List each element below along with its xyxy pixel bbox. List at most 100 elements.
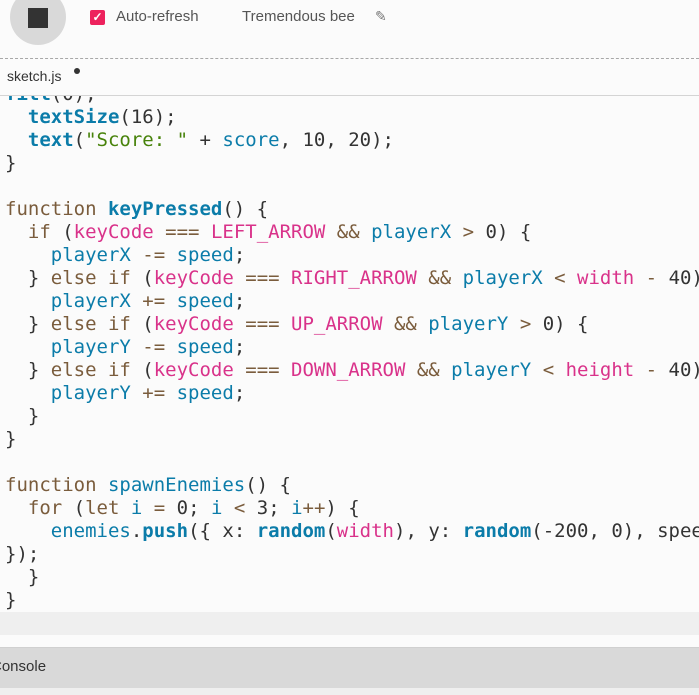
code-token: . (130, 520, 143, 542)
code-token: else if (50, 313, 143, 335)
stop-icon (28, 8, 48, 28)
stop-button[interactable] (10, 0, 66, 45)
code-token: && (416, 267, 463, 289)
code-token: } (5, 566, 40, 588)
code-token: (16); (119, 106, 177, 128)
code-line[interactable]: text("Score: " + score, 10, 20); (5, 129, 699, 152)
code-token: playerY (428, 313, 509, 335)
code-token: keyCode (153, 313, 234, 335)
code-token: playerX (462, 267, 543, 289)
code-token: , 10, 20); (279, 129, 394, 151)
code-line[interactable]: textSize(16); (5, 106, 699, 129)
code-line[interactable]: } else if (keyCode === UP_ARROW && playe… (5, 313, 699, 336)
code-token: 40) { (668, 359, 699, 381)
code-token: } (5, 428, 17, 450)
code-token: < (542, 267, 578, 289)
code-line[interactable]: } (5, 405, 699, 428)
code-token: ({ x: (188, 520, 257, 542)
code-token: speed (176, 244, 234, 266)
code-token: 3; (256, 497, 292, 519)
code-token: keyCode (73, 221, 154, 243)
code-token: width (336, 520, 394, 542)
code-token: () { (245, 474, 291, 496)
code-token: speed (176, 336, 234, 358)
code-content[interactable]: fill(0); textSize(16); text("Score: " + … (5, 96, 699, 612)
code-token: width (577, 267, 635, 289)
code-token: > (508, 313, 543, 335)
code-line[interactable]: }); (5, 543, 699, 566)
code-token: ; (233, 244, 246, 266)
code-token: } (5, 267, 51, 289)
code-token: > (451, 221, 486, 243)
code-token: else if (50, 359, 143, 381)
code-line[interactable] (5, 451, 699, 474)
code-token: (-200, 0), speed: (531, 520, 699, 542)
code-editor[interactable]: fill(0); textSize(16); text("Score: " + … (0, 96, 699, 612)
pencil-icon[interactable]: ✎ (375, 8, 387, 25)
code-line[interactable]: if (keyCode === LEFT_ARROW && playerX > … (5, 221, 699, 244)
code-token: } (5, 313, 51, 335)
code-token: ( (62, 221, 74, 243)
code-token: for (5, 497, 74, 519)
code-line[interactable]: } (5, 589, 699, 612)
code-token: ( (142, 359, 154, 381)
code-line[interactable]: function spawnEnemies() { (5, 474, 699, 497)
tab-sketch-js[interactable]: sketch.js (7, 68, 61, 84)
code-token: ), y: (394, 520, 463, 542)
code-token: < (222, 497, 257, 519)
code-line[interactable]: } (5, 428, 699, 451)
code-token: UP_ARROW (291, 313, 383, 335)
code-line[interactable]: } (5, 152, 699, 175)
divider[interactable] (0, 635, 699, 648)
code-token: playerX (50, 290, 131, 312)
code-token: textSize (27, 106, 120, 128)
unsaved-dot-icon (74, 68, 80, 74)
code-token: fill (5, 96, 51, 105)
code-token: keyCode (153, 267, 234, 289)
code-token: 0) { (485, 221, 532, 243)
code-token: -= (130, 336, 177, 358)
code-token: } (5, 589, 17, 611)
code-token: text (27, 129, 74, 151)
code-token: ++ (302, 497, 326, 519)
code-token: LEFT_ARROW (210, 221, 326, 243)
code-token: === (153, 221, 211, 243)
code-line[interactable]: playerY += speed; (5, 382, 699, 405)
code-token: === (233, 267, 292, 289)
auto-refresh-label: Auto-refresh (116, 8, 199, 25)
code-line[interactable] (5, 175, 699, 198)
code-line[interactable]: playerY -= speed; (5, 336, 699, 359)
console-label: Console (0, 658, 47, 675)
sketch-name[interactable]: Tremendous bee (242, 8, 355, 25)
code-token: && (405, 359, 452, 381)
code-line[interactable]: fill(0); (5, 96, 699, 106)
code-line[interactable]: playerX -= speed; (5, 244, 699, 267)
code-token: 0) { (542, 313, 589, 335)
editor-footer (0, 612, 699, 635)
code-token: && (325, 221, 372, 243)
code-line[interactable]: } else if (keyCode === DOWN_ARROW && pla… (5, 359, 699, 382)
code-token: DOWN_ARROW (291, 359, 406, 381)
code-line[interactable]: enemies.push({ x: random(width), y: rand… (5, 520, 699, 543)
code-line[interactable]: playerX += speed; (5, 290, 699, 313)
code-token: 0; (176, 497, 211, 519)
code-line[interactable]: for (let i = 0; i < 3; i++) { (5, 497, 699, 520)
code-token: speed (176, 290, 234, 312)
code-token: ; (233, 336, 246, 358)
code-line[interactable]: } else if (keyCode === RIGHT_ARROW && pl… (5, 267, 699, 290)
console-body (0, 688, 699, 695)
console-header[interactable]: Console (0, 648, 699, 688)
code-token: += (130, 290, 177, 312)
code-token: push (142, 520, 189, 542)
code-token: random (256, 520, 326, 542)
code-token: < (531, 359, 566, 381)
code-token: function (5, 474, 108, 496)
code-line[interactable]: } (5, 566, 699, 589)
auto-refresh-checkbox[interactable]: ✓ (90, 10, 105, 25)
code-line[interactable]: function keyPressed() { (5, 198, 699, 221)
code-token: = (142, 497, 177, 519)
